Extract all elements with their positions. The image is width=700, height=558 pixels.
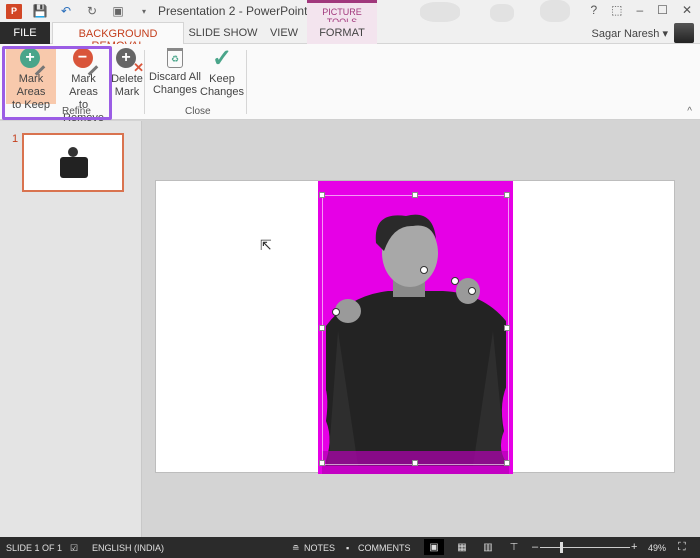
tab-background-removal[interactable]: BACKGROUND REMOVAL bbox=[52, 22, 184, 52]
button-label: Mark Areas bbox=[69, 73, 98, 98]
button-label: Discard All bbox=[149, 71, 201, 83]
fit-to-window-icon[interactable]: ⛶ bbox=[678, 541, 686, 554]
tab-view[interactable]: VIEW bbox=[266, 22, 302, 44]
redo-icon[interactable]: ↻ bbox=[84, 3, 100, 19]
removal-marquee[interactable] bbox=[322, 195, 509, 465]
resize-handle[interactable] bbox=[412, 192, 418, 198]
button-label: Mark bbox=[114, 86, 140, 98]
powerpoint-logo-icon: P bbox=[6, 3, 22, 19]
mouse-pointer-icon: ⇱ bbox=[260, 237, 272, 253]
thumbnail-figure bbox=[60, 147, 88, 178]
status-bar: SLIDE 1 OF 1 ☑ ENGLISH (INDIA) ≘ NOTES ▪… bbox=[0, 537, 700, 558]
group-label-close: Close bbox=[185, 106, 211, 117]
resize-handle[interactable] bbox=[319, 192, 325, 198]
title-bar: P 💾 ↶ ↻ ▣ ▾ Presentation 2 - PowerPoint … bbox=[0, 0, 700, 27]
delete-mark-button[interactable]: + ✕ Delete Mark bbox=[111, 48, 144, 104]
reading-view-icon[interactable]: ▥ bbox=[478, 539, 498, 555]
keep-changes-button[interactable]: ✓ Keep Changes bbox=[200, 45, 245, 104]
slide-number: 1 bbox=[12, 133, 19, 145]
ribbon-display-options-icon[interactable]: ⬚ bbox=[611, 3, 622, 17]
keep-mark-marker[interactable] bbox=[332, 308, 340, 316]
button-label: Mark Areas bbox=[16, 73, 46, 98]
customize-qat-icon[interactable]: ▾ bbox=[136, 3, 152, 19]
resize-handle[interactable] bbox=[504, 192, 510, 198]
slide-editor-canvas: ⇱ bbox=[143, 121, 700, 537]
normal-view-icon[interactable]: ▣ bbox=[424, 539, 444, 555]
keep-mark-marker[interactable] bbox=[420, 266, 428, 274]
discard-all-changes-button[interactable]: ♻ Discard All Changes bbox=[148, 48, 202, 104]
resize-handle[interactable] bbox=[319, 325, 325, 331]
zoom-out-button[interactable]: – bbox=[532, 541, 538, 553]
button-label: Keep bbox=[209, 73, 235, 85]
slide-thumbnail-pane: 1 bbox=[0, 121, 142, 537]
slide[interactable]: ⇱ bbox=[155, 180, 675, 474]
mark-areas-to-remove-button[interactable]: − Mark Areas to Remove bbox=[57, 48, 110, 124]
button-label: Changes bbox=[200, 86, 245, 98]
group-label-refine: Refine bbox=[62, 106, 91, 117]
undo-icon[interactable]: ↶ bbox=[58, 3, 74, 19]
window-title: Presentation 2 - PowerPoint bbox=[158, 4, 308, 18]
language-indicator[interactable]: ENGLISH (INDIA) bbox=[92, 543, 164, 553]
notes-button[interactable]: NOTES bbox=[304, 543, 335, 553]
maximize-icon[interactable]: ☐ bbox=[657, 3, 668, 17]
resize-handle[interactable] bbox=[504, 325, 510, 331]
slide-sorter-view-icon[interactable]: ▦ bbox=[452, 539, 472, 555]
recycle-bin-icon: ♻ bbox=[167, 48, 183, 68]
minimize-icon[interactable]: – bbox=[636, 3, 643, 17]
start-from-beginning-icon[interactable]: ▣ bbox=[110, 3, 126, 19]
picture-tools-contextual-label: PICTURE TOOLS bbox=[307, 0, 377, 27]
spell-check-icon[interactable]: ☑ bbox=[70, 543, 78, 554]
close-icon[interactable]: ✕ bbox=[682, 3, 692, 17]
zoom-slider-track[interactable] bbox=[540, 547, 630, 548]
avatar[interactable] bbox=[674, 23, 694, 43]
comments-button[interactable]: COMMENTS bbox=[358, 543, 411, 553]
resize-handle[interactable] bbox=[504, 460, 510, 466]
user-account[interactable]: Sagar Naresh ▾ bbox=[592, 27, 668, 40]
help-icon[interactable]: ? bbox=[590, 3, 597, 17]
resize-handle[interactable] bbox=[412, 460, 418, 466]
minus-circle-icon: − bbox=[72, 48, 93, 68]
resize-handle[interactable] bbox=[319, 460, 325, 466]
picture-background-removal[interactable] bbox=[318, 181, 513, 474]
collapse-ribbon-icon[interactable]: ^ bbox=[687, 106, 692, 117]
ribbon-tabs: FILE BACKGROUND REMOVAL SLIDE SHOW VIEW … bbox=[0, 22, 700, 52]
slide-indicator: SLIDE 1 OF 1 bbox=[6, 543, 63, 553]
tab-format[interactable]: FORMAT bbox=[307, 22, 377, 44]
keep-mark-marker[interactable] bbox=[468, 287, 476, 295]
tab-file[interactable]: FILE bbox=[0, 22, 50, 44]
mark-areas-to-keep-button[interactable]: + Mark Areas to Keep bbox=[6, 48, 56, 111]
powerpoint-window: P 💾 ↶ ↻ ▣ ▾ Presentation 2 - PowerPoint … bbox=[0, 0, 700, 558]
group-separator bbox=[144, 50, 145, 114]
button-label: to Keep bbox=[12, 99, 50, 111]
group-separator bbox=[246, 50, 247, 114]
window-controls: ? ⬚ – ☐ ✕ bbox=[590, 3, 692, 17]
zoom-slider-thumb[interactable] bbox=[560, 542, 563, 553]
zoom-in-button[interactable]: + bbox=[631, 541, 637, 553]
slide-show-view-icon[interactable]: ⊤ bbox=[504, 539, 524, 555]
save-icon[interactable]: 💾 bbox=[32, 3, 48, 19]
checkmark-icon: ✓ bbox=[211, 45, 233, 72]
button-label: Changes bbox=[152, 84, 198, 96]
tab-slide-show[interactable]: SLIDE SHOW bbox=[188, 22, 258, 44]
plus-circle-icon: + bbox=[20, 48, 40, 68]
slide-thumbnail[interactable] bbox=[22, 133, 124, 192]
notes-icon[interactable]: ≘ bbox=[292, 543, 300, 554]
comments-icon[interactable]: ▪ bbox=[346, 543, 349, 553]
zoom-level[interactable]: 49% bbox=[648, 543, 666, 553]
ribbon: + Mark Areas to Keep − Mark Areas to Rem… bbox=[0, 44, 700, 124]
quick-access-toolbar: P 💾 ↶ ↻ ▣ ▾ bbox=[6, 3, 152, 19]
keep-mark-marker[interactable] bbox=[451, 277, 459, 285]
